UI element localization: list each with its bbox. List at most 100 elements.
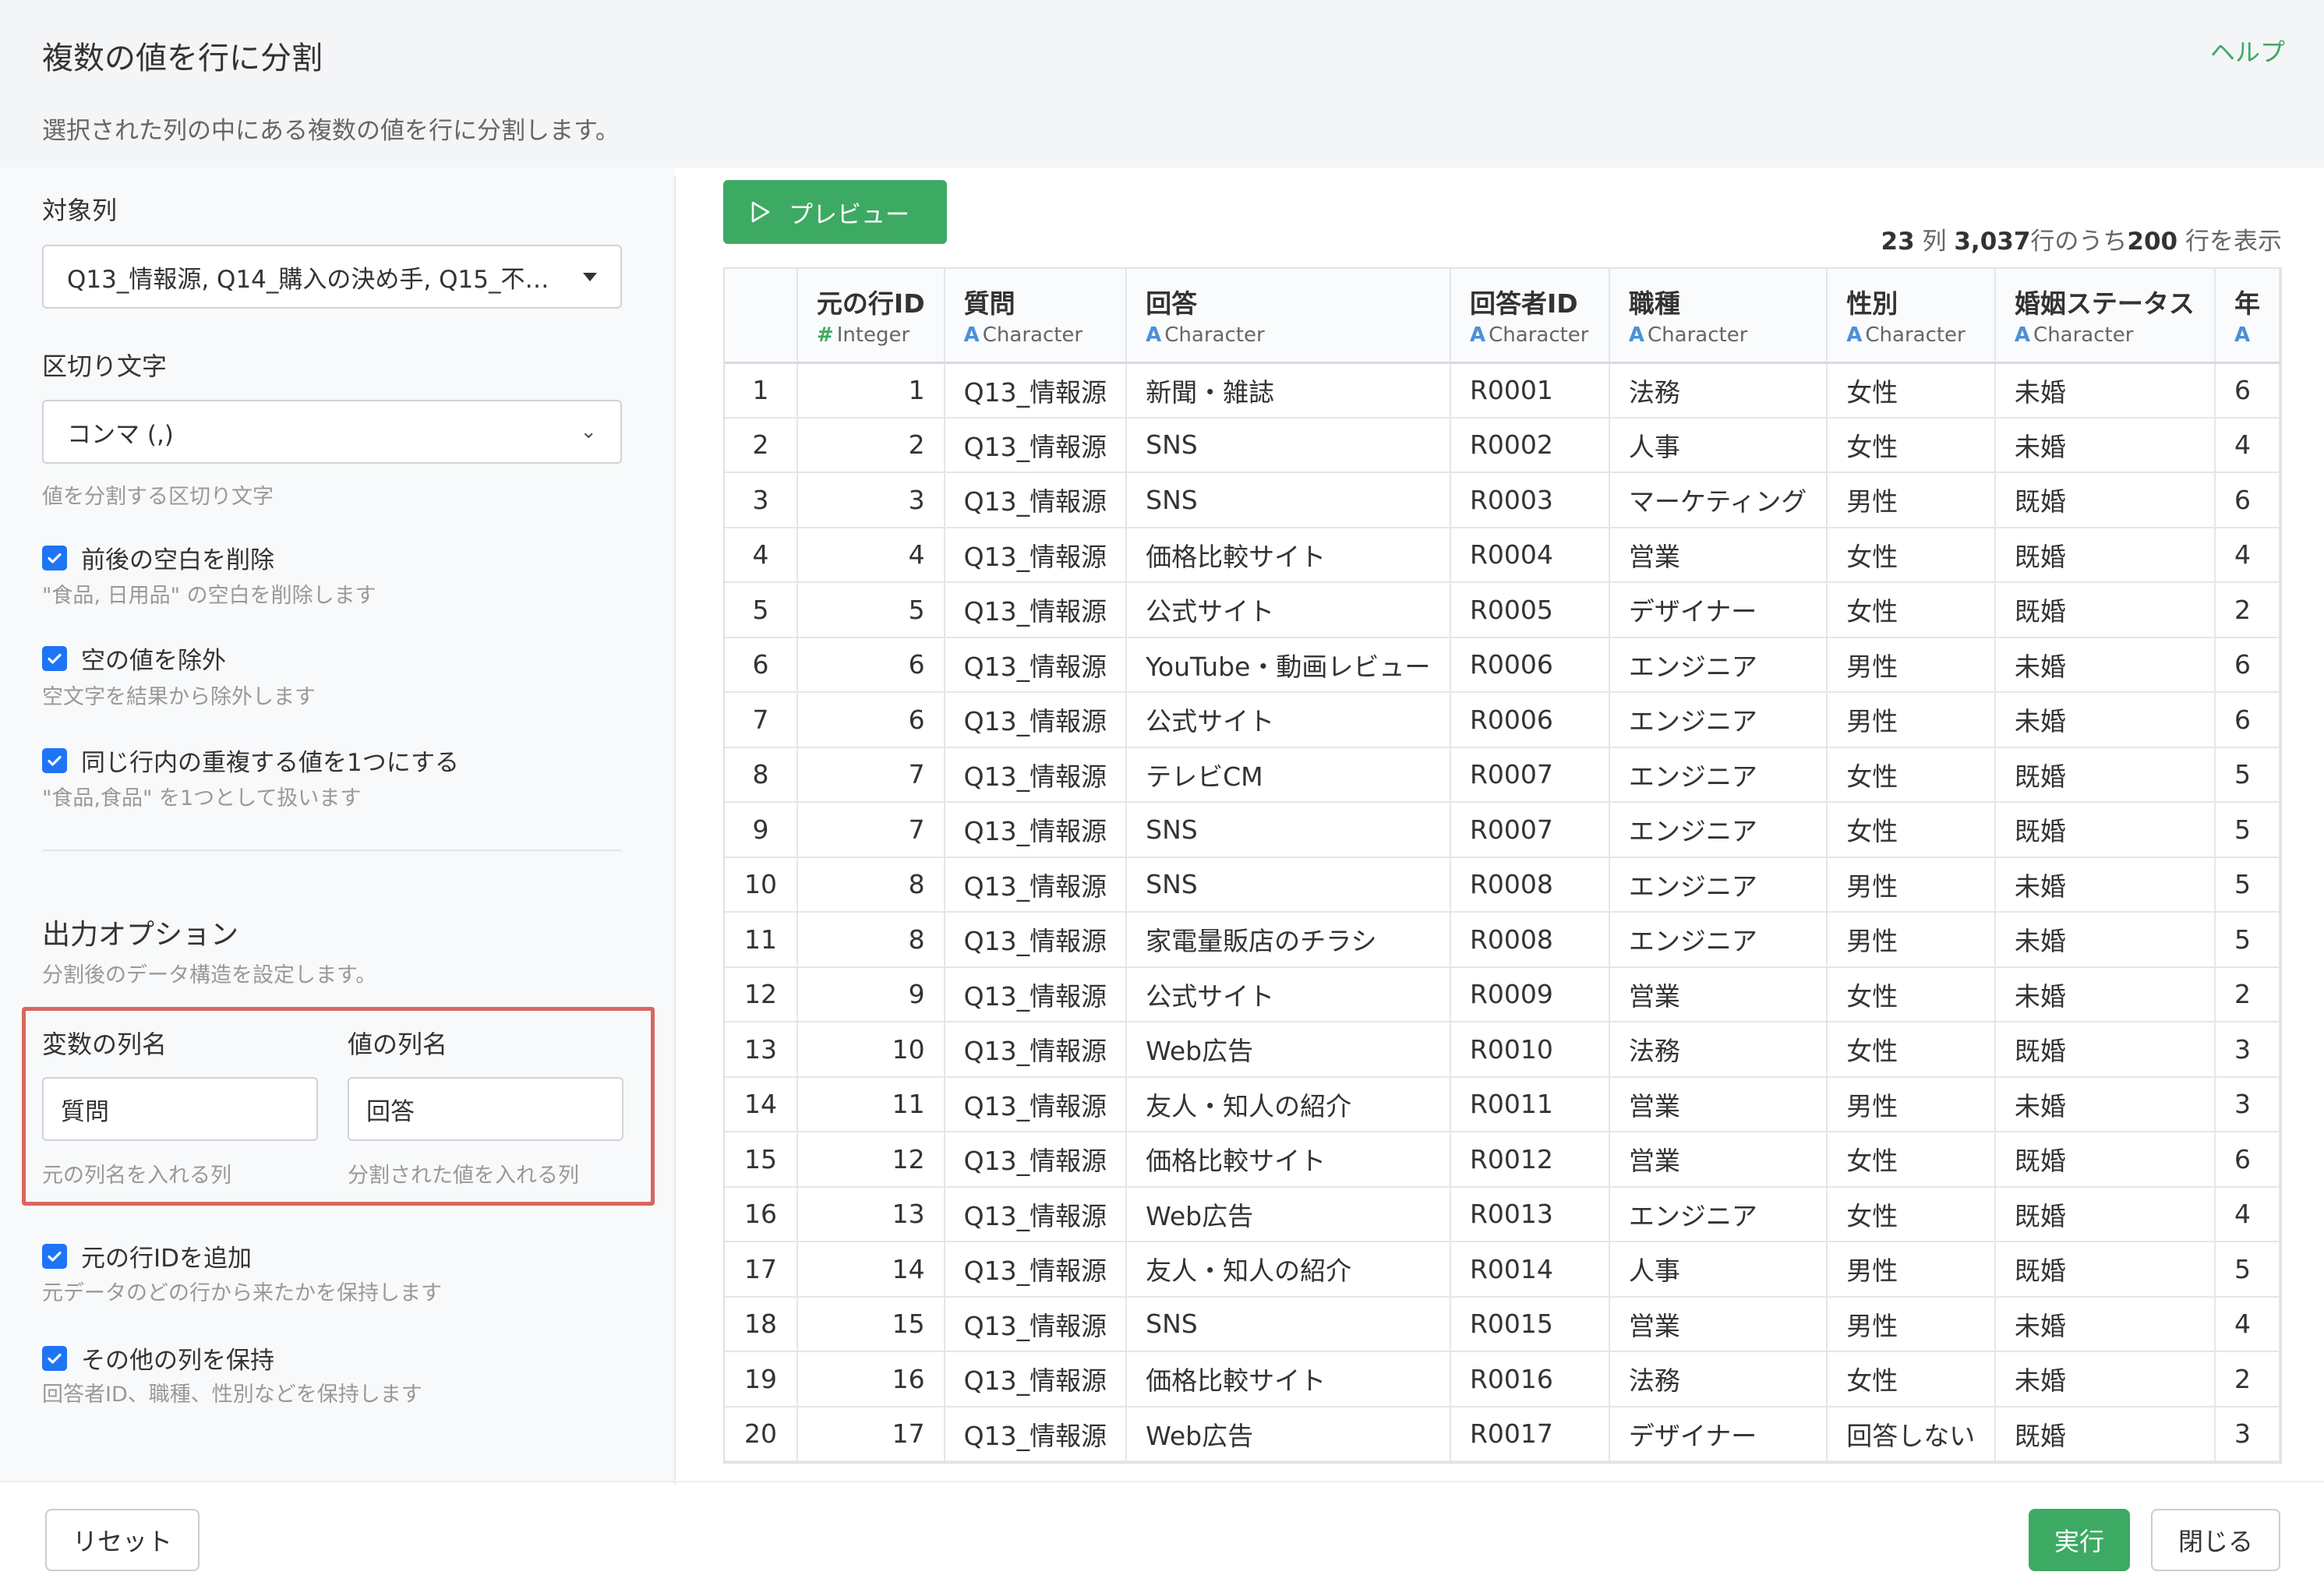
table-cell: 6 <box>796 637 945 693</box>
column-type-label: Character <box>1489 323 1589 348</box>
column-header[interactable]: 元の行ID # Integer <box>796 269 945 364</box>
column-header-name: 職種 <box>1628 288 1680 320</box>
table-row: 8 7 Q13_情報源 テレビCM R0007 エンジニア 女性 既婚 5 <box>725 747 2280 803</box>
table-row: 3 3 Q13_情報源 SNS R0003 マーケティング 男性 既婚 6 <box>725 472 2280 528</box>
table-cell: R0015 <box>1450 1296 1610 1352</box>
table-cell: 11 <box>796 1076 945 1132</box>
table-cell: 17 <box>796 1406 945 1462</box>
table-cell: 人事 <box>1609 417 1828 473</box>
variable-column-input[interactable]: 質問 <box>42 1077 318 1141</box>
run-button[interactable]: 実行 <box>2029 1509 2130 1571</box>
panel-divider <box>674 175 676 1485</box>
table-cell: 5 <box>2214 747 2280 803</box>
table-cell: Q13_情報源 <box>944 692 1128 748</box>
table-cell: R0010 <box>1450 1022 1610 1078</box>
table-cell: 13 <box>796 1186 945 1242</box>
target-column-select[interactable]: Q13_情報源, Q14_購入の決め手, Q15_不満点, Q16_今後期待する… <box>42 245 622 309</box>
table-body: 1 1 Q13_情報源 新聞・雑誌 R0001 法務 女性 未婚 6 2 2 Q13_情報源 SNS R0… <box>725 362 2280 1462</box>
table-cell: 家電量販店のチラシ <box>1126 912 1451 968</box>
table-cell: 回答しない <box>1827 1406 1996 1462</box>
column-header[interactable]: 職種 A Character <box>1609 269 1828 364</box>
column-type-label: Character <box>1164 323 1265 348</box>
table-cell: 法務 <box>1609 362 1828 419</box>
table-cell: 既婚 <box>1994 582 2216 638</box>
delimiter-label: 区切り文字 <box>42 351 168 381</box>
table-cell: 公式サイト <box>1126 582 1451 638</box>
column-header[interactable]: 性別 A Character <box>1827 269 1996 364</box>
dedupe-values-checkbox[interactable]: 同じ行内の重複する値を1つにする <box>42 743 459 778</box>
table-row: 15 12 Q13_情報源 価格比較サイト R0012 営業 女性 既婚 6 <box>725 1132 2280 1188</box>
delimiter-select[interactable]: コンマ (,) ⌄ <box>42 400 622 464</box>
table-cell: デザイナー <box>1609 582 1828 638</box>
table-cell: 未婚 <box>1994 1296 2216 1352</box>
table-cell: 営業 <box>1609 1296 1828 1352</box>
table-cell: Q13_情報源 <box>944 1242 1128 1298</box>
table-cell: Q13_情報源 <box>944 1406 1128 1462</box>
column-type: A Character <box>1146 323 1431 347</box>
row-number: 11 <box>725 912 798 968</box>
table-cell: R0017 <box>1450 1406 1610 1462</box>
row-number: 9 <box>725 802 798 858</box>
row-number: 14 <box>725 1076 798 1132</box>
target-column-value: Q13_情報源, Q14_購入の決め手, Q15_不満点, Q16_今後期待する… <box>67 265 572 294</box>
split-values-dialog: 複数の値を行に分割 ヘルプ 選択された列の中にある複数の値を行に分割します。 対… <box>0 0 2324 1593</box>
checkbox-checked-icon <box>42 1345 67 1371</box>
row-number: 15 <box>725 1132 798 1188</box>
table-cell: 営業 <box>1609 527 1828 583</box>
table-cell: 未婚 <box>1994 966 2216 1023</box>
preview-button[interactable]: プレビュー <box>723 180 947 244</box>
add-row-id-checkbox[interactable]: 元の行IDを追加 <box>42 1238 252 1273</box>
table-cell: R0007 <box>1450 747 1610 803</box>
table-cell: 男性 <box>1827 912 1996 968</box>
table-cell: 未婚 <box>1994 912 2216 968</box>
help-link[interactable]: ヘルプ <box>2210 33 2285 69</box>
preview-table[interactable]: 元の行ID # Integer 質問 A Character 回答 A Character 回答者… <box>723 267 2282 1464</box>
column-header[interactable]: 回答者ID A Character <box>1450 269 1610 364</box>
table-cell: 未婚 <box>1994 1076 2216 1132</box>
column-header[interactable]: 回答 A Character <box>1126 269 1451 364</box>
table-cell: 女性 <box>1827 966 1996 1023</box>
row-number: 5 <box>725 582 798 638</box>
table-cell: エンジニア <box>1609 912 1828 968</box>
close-button[interactable]: 閉じる <box>2151 1509 2280 1571</box>
value-column-input[interactable]: 回答 <box>348 1077 623 1141</box>
row-number: 12 <box>725 966 798 1023</box>
column-header[interactable]: 年A <box>2214 269 2280 364</box>
table-cell: 9 <box>796 966 945 1023</box>
exclude-empty-checkbox[interactable]: 空の値を除外 <box>42 641 226 676</box>
table-cell: 既婚 <box>1994 1132 2216 1188</box>
table-row: 9 7 Q13_情報源 SNS R0007 エンジニア 女性 既婚 5 <box>725 802 2280 858</box>
checkbox-checked-icon <box>42 1243 67 1269</box>
table-cell: R0004 <box>1450 527 1610 583</box>
table-cell: 女性 <box>1827 362 1996 419</box>
table-cell: Web広告 <box>1126 1186 1451 1242</box>
table-cell: 5 <box>2214 912 2280 968</box>
row-number: 16 <box>725 1186 798 1242</box>
column-header[interactable]: 婚姻ステータス A Character <box>1994 269 2216 364</box>
table-cell: SNS <box>1126 417 1451 473</box>
table-cell: 営業 <box>1609 1076 1828 1132</box>
preview-button-label: プレビュー <box>789 200 909 229</box>
table-cell: 8 <box>796 857 945 913</box>
table-cell: 8 <box>796 912 945 968</box>
column-type: A Character <box>1470 323 1590 347</box>
value-column-label: 値の列名 <box>348 1030 448 1059</box>
table-cell: 6 <box>2214 637 2280 693</box>
column-type: A Character <box>2015 323 2195 347</box>
table-cell: R0008 <box>1450 912 1610 968</box>
table-cell: 10 <box>796 1022 945 1078</box>
table-cell: 4 <box>2214 417 2280 473</box>
table-cell: 友人・知人の紹介 <box>1126 1076 1451 1132</box>
row-number: 17 <box>725 1242 798 1298</box>
table-row: 10 8 Q13_情報源 SNS R0008 エンジニア 男性 未婚 5 <box>725 857 2280 913</box>
reset-button[interactable]: リセット <box>45 1509 200 1571</box>
table-cell: 法務 <box>1609 1022 1828 1078</box>
trim-whitespace-checkbox[interactable]: 前後の空白を削除 <box>42 540 274 575</box>
table-cell: SNS <box>1126 1296 1451 1352</box>
checkbox-checked-icon <box>42 747 67 773</box>
column-header[interactable]: 質問 A Character <box>944 269 1128 364</box>
keep-other-columns-checkbox[interactable]: その他の列を保持 <box>42 1340 274 1376</box>
character-type-icon: A <box>2234 323 2251 348</box>
table-cell: Q13_情報源 <box>944 857 1128 913</box>
checkbox-checked-icon <box>42 645 67 671</box>
